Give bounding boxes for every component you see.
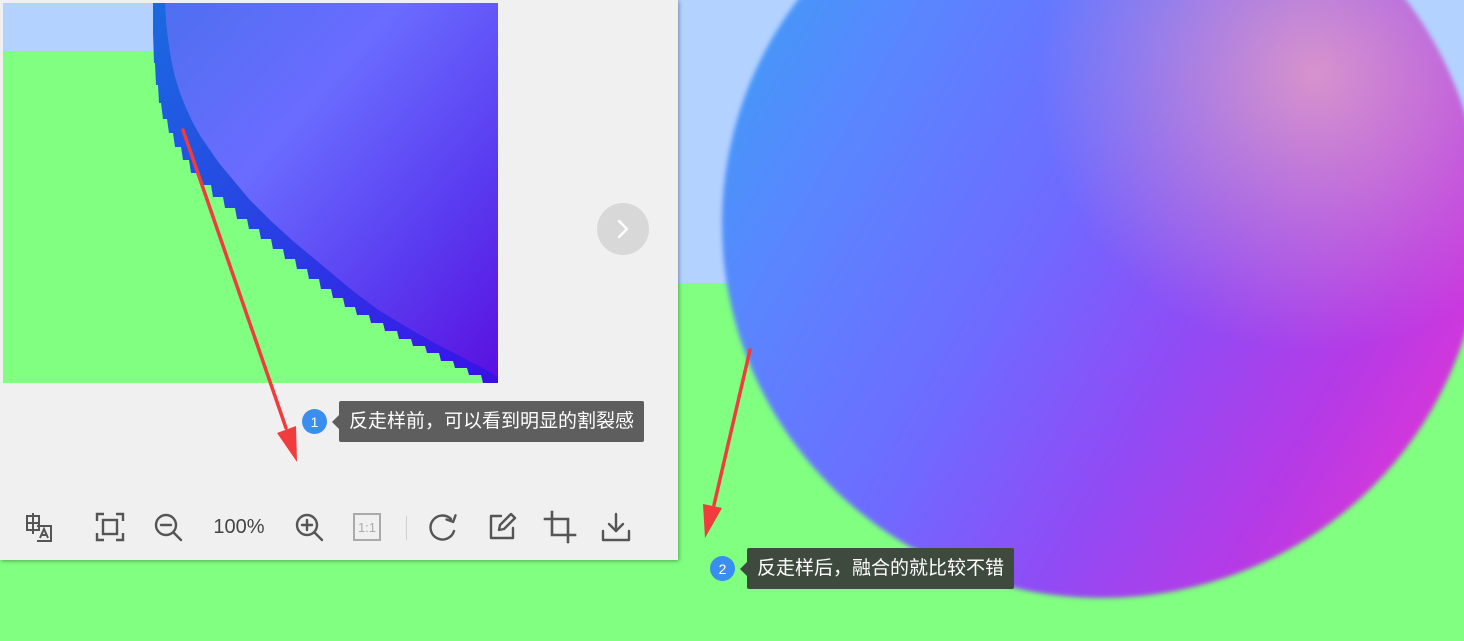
download-button[interactable]: [596, 506, 636, 548]
zoom-out-icon: [154, 513, 183, 542]
chevron-right-icon: [617, 219, 629, 239]
translate-button[interactable]: [18, 506, 58, 548]
annotation-callout-1: 1 反走样前，可以看到明显的割裂感: [302, 401, 645, 442]
next-image-button[interactable]: [597, 203, 649, 255]
fit-screen-button[interactable]: [90, 506, 130, 548]
zoom-level-text: 100%: [213, 515, 265, 538]
zoom-out-button[interactable]: [148, 506, 188, 548]
annotation-badge-2: 2: [710, 556, 735, 581]
download-icon: [601, 512, 631, 542]
annotation-text-2: 反走样后，融合的就比较不错: [739, 548, 1015, 589]
annotation-text-1: 反走样前，可以看到明显的割裂感: [331, 401, 645, 442]
actual-size-icon: 1:1: [353, 513, 381, 541]
viewer-toolbar: 100% 1:1: [0, 498, 678, 556]
edit-icon: [489, 512, 517, 540]
fit-screen-icon: [95, 512, 125, 542]
actual-size-label: 1:1: [358, 520, 376, 535]
translate-icon: [26, 513, 52, 542]
antialiased-sphere: [722, 0, 1464, 598]
actual-size-button[interactable]: 1:1: [347, 506, 387, 548]
rotate-button[interactable]: [424, 506, 464, 548]
aliased-sphere: [153, 3, 498, 383]
zoom-level-display: 100%: [204, 506, 274, 548]
zoom-in-icon: [295, 513, 324, 542]
crop-icon: [543, 510, 577, 544]
zoomed-image-aliased: [3, 3, 498, 383]
annotation-callout-2: 2 反走样后，融合的就比较不错: [710, 548, 1015, 589]
edit-button[interactable]: [482, 506, 522, 548]
image-viewer-panel: 100% 1:1: [0, 0, 678, 560]
rotate-icon: [429, 514, 457, 541]
crop-button[interactable]: [540, 506, 580, 548]
toolbar-divider: [406, 516, 407, 540]
zoom-in-button[interactable]: [289, 506, 329, 548]
annotation-badge-1: 1: [302, 409, 327, 434]
